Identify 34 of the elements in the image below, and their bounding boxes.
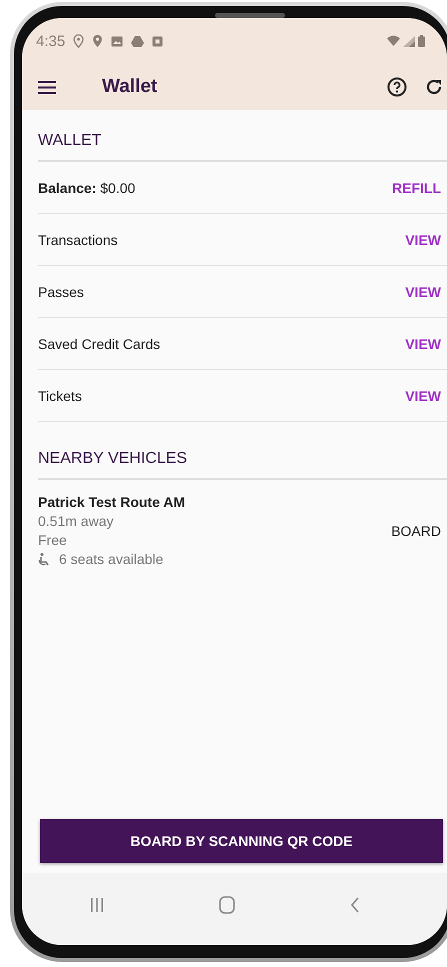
help-icon[interactable]: [387, 77, 407, 97]
recent-apps-icon[interactable]: [90, 898, 104, 912]
section-heading: WALLET: [38, 110, 447, 162]
wheelchair-icon: [38, 552, 50, 566]
view-link[interactable]: VIEW: [405, 388, 441, 404]
scan-qr-button[interactable]: BOARD BY SCANNING QR CODE: [40, 819, 443, 863]
view-link[interactable]: VIEW: [405, 232, 441, 248]
route-name: Patrick Test Route AM: [38, 494, 186, 510]
status-time: 4:35: [36, 32, 66, 50]
wallet-item-label: Saved Credit Cards: [38, 336, 162, 352]
location-pin-icon: [73, 34, 84, 48]
back-icon[interactable]: [350, 897, 360, 913]
refresh-icon[interactable]: [425, 78, 443, 96]
view-link[interactable]: VIEW: [405, 284, 441, 300]
wallet-item-label: Passes: [38, 284, 85, 300]
distance-text: 0.51m away: [38, 513, 114, 529]
wallet-item-label: Transactions: [38, 232, 119, 248]
battery-icon: [418, 35, 425, 47]
refill-link[interactable]: REFILL: [392, 180, 441, 196]
wallet-item-label: Tickets: [38, 388, 83, 404]
signal-icon: [403, 36, 415, 46]
seats-available-text: 6 seats available: [59, 551, 164, 567]
view-link[interactable]: VIEW: [405, 336, 441, 352]
image-icon: [111, 36, 124, 46]
app-icon: [152, 36, 164, 46]
home-icon[interactable]: [218, 896, 234, 914]
app-title: Wallet: [102, 76, 158, 98]
menu-icon[interactable]: [38, 80, 56, 94]
fare-text: Free: [38, 532, 68, 548]
location-pin-icon: [92, 34, 104, 48]
wallet-item-label: Balance: $0.00: [38, 180, 136, 196]
section-heading: NEARBY VEHICLES: [38, 422, 447, 480]
board-link[interactable]: BOARD: [391, 522, 441, 538]
wifi-icon: [387, 35, 400, 47]
